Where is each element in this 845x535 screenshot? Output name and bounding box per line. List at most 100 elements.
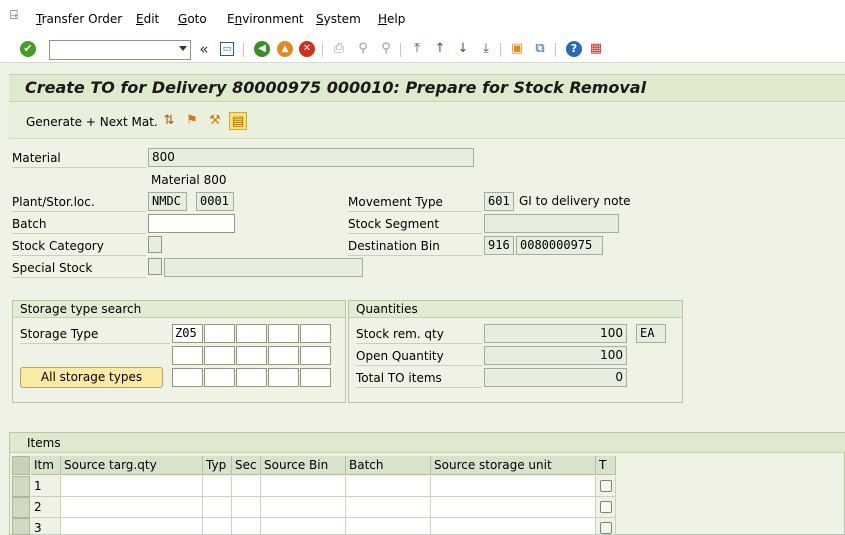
- menu-system[interactable]: System: [316, 12, 361, 26]
- row-checkbox[interactable]: [600, 480, 612, 492]
- stock-overview-icon[interactable]: ⚑: [183, 112, 201, 130]
- total-to-items-field[interactable]: 0: [484, 368, 627, 387]
- storage-type-input[interactable]: [172, 368, 203, 387]
- table-cell-type[interactable]: [203, 518, 232, 535]
- table-cell-storage-unit[interactable]: [431, 476, 596, 497]
- customize-layout-icon[interactable]: ▦: [588, 41, 604, 57]
- chevron-down-icon[interactable]: [179, 46, 187, 51]
- total-to-items-label: Total TO items: [356, 368, 482, 388]
- table-cell-qty[interactable]: [61, 476, 203, 497]
- column-header-section[interactable]: Sec: [232, 456, 261, 475]
- find-next-icon[interactable]: ⚲: [378, 41, 394, 57]
- storage-type-input[interactable]: [268, 324, 299, 343]
- save-icon[interactable]: ▭: [220, 42, 234, 56]
- storage-type-input[interactable]: [268, 368, 299, 387]
- menu-goto[interactable]: Goto: [178, 12, 207, 26]
- destination-storage-type-field[interactable]: 916: [484, 236, 514, 255]
- menu-edit[interactable]: Edit: [136, 12, 159, 26]
- row-selector[interactable]: [12, 518, 30, 535]
- stock-category-field[interactable]: [148, 236, 162, 253]
- storage-type-input[interactable]: [300, 346, 331, 365]
- toolbar-separator: [400, 43, 401, 57]
- row-checkbox[interactable]: [600, 522, 612, 534]
- storage-type-input[interactable]: [268, 346, 299, 365]
- special-stock-field[interactable]: [148, 258, 162, 275]
- storage-type-input[interactable]: [236, 324, 267, 343]
- create-session-icon[interactable]: ▣: [509, 41, 525, 57]
- all-storage-types-button[interactable]: All storage types: [20, 367, 163, 388]
- select-all-rows-button[interactable]: [12, 456, 30, 475]
- table-cell-qty[interactable]: [61, 518, 203, 535]
- column-header-item[interactable]: Itm: [31, 456, 61, 475]
- print-icon[interactable]: ⎙: [331, 41, 347, 57]
- plant-field[interactable]: NMDC: [148, 192, 187, 211]
- table-cell-type[interactable]: [203, 476, 232, 497]
- table-cell-section[interactable]: [232, 518, 261, 535]
- stock-remaining-qty-field[interactable]: 100: [484, 324, 627, 343]
- column-header-t[interactable]: T: [596, 456, 616, 475]
- command-field[interactable]: [49, 40, 191, 60]
- storage-type-input[interactable]: [236, 368, 267, 387]
- table-cell-bin[interactable]: [261, 476, 346, 497]
- storage-type-input[interactable]: [172, 346, 203, 365]
- table-cell-storage-unit[interactable]: [431, 518, 596, 535]
- destination-bin-label: Destination Bin: [348, 236, 482, 256]
- find-icon[interactable]: ⚲: [355, 41, 371, 57]
- table-cell-batch[interactable]: [346, 497, 431, 518]
- batch-input[interactable]: [148, 214, 235, 233]
- unit-field[interactable]: EA: [636, 324, 666, 343]
- bin-stock-icon[interactable]: ⚒: [206, 112, 224, 130]
- column-header-source-target-qty[interactable]: Source targ.qty: [61, 456, 203, 475]
- menu-environment[interactable]: Environment: [227, 12, 304, 26]
- column-header-type[interactable]: Typ: [203, 456, 232, 475]
- first-page-icon[interactable]: ⤒: [409, 41, 425, 57]
- enter-icon[interactable]: ✔: [20, 41, 36, 57]
- special-stock-number-field[interactable]: [164, 258, 363, 277]
- material-field[interactable]: 800: [148, 148, 474, 167]
- shortcut-icon[interactable]: ⧉: [532, 41, 548, 57]
- storage-type-search-title: Storage type search: [13, 301, 345, 318]
- menu-transfer-order[interactable]: Transfer Order: [36, 12, 122, 26]
- exit-icon[interactable]: ▲: [277, 41, 293, 57]
- last-page-icon[interactable]: ⤓: [478, 41, 494, 57]
- column-header-source-storage-unit[interactable]: Source storage unit: [431, 456, 596, 475]
- table-cell-section[interactable]: [232, 476, 261, 497]
- row-selector[interactable]: [12, 497, 30, 518]
- storage-type-input[interactable]: [204, 368, 235, 387]
- material-label: Material: [12, 148, 146, 168]
- column-header-batch[interactable]: Batch: [346, 456, 431, 475]
- storage-type-input[interactable]: [204, 346, 235, 365]
- destination-bin-field[interactable]: 0080000975: [516, 236, 603, 255]
- sort-icon[interactable]: ⇅: [160, 112, 178, 130]
- collapse-command-icon[interactable]: «: [196, 41, 212, 57]
- table-cell-qty[interactable]: [61, 497, 203, 518]
- table-cell-bin[interactable]: [261, 497, 346, 518]
- previous-page-icon[interactable]: ↑: [432, 41, 448, 57]
- storage-location-field[interactable]: 0001: [196, 192, 234, 211]
- table-cell-bin[interactable]: [261, 518, 346, 535]
- column-header-source-bin[interactable]: Source Bin: [261, 456, 346, 475]
- menu-exit-icon[interactable]: ⍈: [10, 9, 24, 23]
- storage-type-input[interactable]: [300, 324, 331, 343]
- back-icon[interactable]: ◀: [254, 41, 270, 57]
- storage-type-input[interactable]: [204, 324, 235, 343]
- open-quantity-field[interactable]: 100: [484, 346, 627, 365]
- next-page-icon[interactable]: ↓: [455, 41, 471, 57]
- table-cell-type[interactable]: [203, 497, 232, 518]
- storage-type-input[interactable]: [236, 346, 267, 365]
- movement-type-field[interactable]: 601: [484, 192, 514, 211]
- storage-unit-icon[interactable]: ▤: [229, 112, 247, 130]
- menu-help[interactable]: Help: [378, 12, 405, 26]
- table-cell-storage-unit[interactable]: [431, 497, 596, 518]
- row-checkbox[interactable]: [600, 501, 612, 513]
- table-cell-section[interactable]: [232, 497, 261, 518]
- table-cell-batch[interactable]: [346, 518, 431, 535]
- storage-type-input[interactable]: [300, 368, 331, 387]
- help-icon[interactable]: ?: [566, 41, 582, 57]
- cancel-icon[interactable]: ✕: [299, 41, 315, 57]
- storage-type-input[interactable]: Z05: [172, 324, 203, 343]
- row-selector[interactable]: [12, 476, 30, 497]
- table-cell-batch[interactable]: [346, 476, 431, 497]
- stock-segment-field[interactable]: [484, 214, 619, 233]
- generate-next-material-button[interactable]: Generate + Next Mat.: [20, 113, 164, 131]
